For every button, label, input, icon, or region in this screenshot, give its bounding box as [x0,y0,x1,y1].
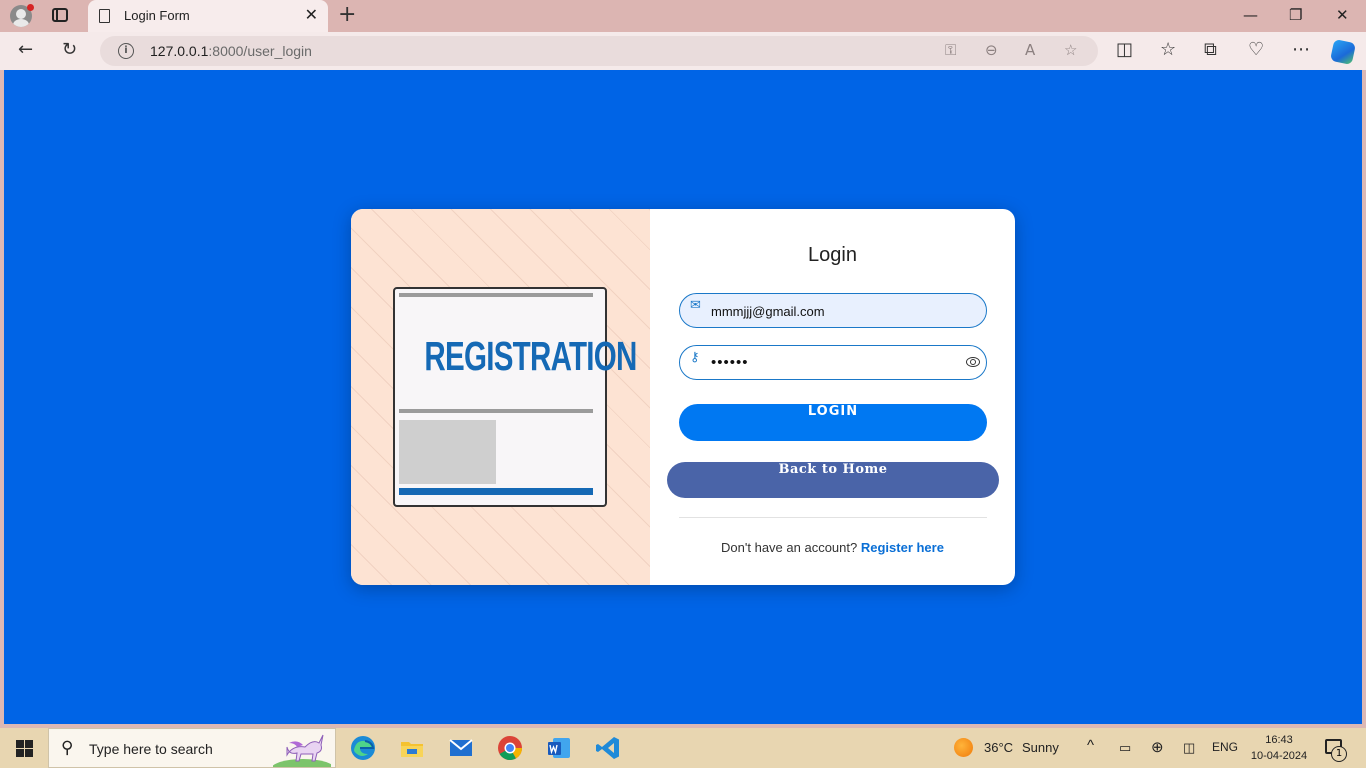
split-screen-icon[interactable]: ◫ [1116,40,1133,60]
page-viewport: REGISTRATION Login ✉ mmmjjj@gmail.com ⚷ … [4,70,1362,724]
zoom-out-icon[interactable]: ⊖ [985,41,998,59]
restore-button[interactable]: ❐ [1289,6,1302,24]
document-image-placeholder [399,420,496,484]
register-link[interactable]: Register here [861,540,944,555]
more-menu-icon[interactable]: ⋯ [1292,40,1310,60]
password-key-icon[interactable]: ⚿ [945,41,956,59]
envelope-icon: ✉ [690,298,701,313]
register-prompt-line: Don't have an account? Register here [650,540,1015,555]
profile-notification-dot [27,4,34,11]
windows-start-icon[interactable] [16,740,33,757]
windows-taskbar: ⚲ Type here to search 36°C Sunny ^ ▭ ⊕ ◫… [0,728,1366,768]
edge-icon[interactable] [349,734,377,762]
tab-close-icon[interactable]: ✕ [305,7,318,23]
vscode-icon[interactable] [594,734,622,762]
page-icon [99,9,110,23]
search-icon: ⚲ [61,738,74,758]
weather-sun-icon[interactable] [954,738,973,757]
battery-icon[interactable]: ▭ [1119,740,1131,756]
network-globe-icon[interactable]: ⊕ [1151,738,1164,756]
tab-title: Login Form [124,8,190,23]
url-text[interactable]: 127.0.0.1:8000/user_login [150,43,312,59]
notification-count-badge: 1 [1331,746,1347,762]
password-value: •••••• [711,354,749,371]
key-icon: ⚷ [690,350,700,365]
back-to-home-button[interactable]: Back to Home [667,462,999,498]
new-tab-button[interactable]: + [338,4,356,26]
register-prompt: Don't have an account? [721,540,858,555]
mail-icon[interactable] [447,734,475,762]
clock-time: 16:43 [1265,734,1293,746]
site-info-icon[interactable]: i [118,43,134,59]
file-explorer-icon[interactable] [398,734,426,762]
document-middle-line [399,409,593,413]
illustration-title: REGISTRATION [424,333,637,379]
email-value: mmmjjj@gmail.com [711,304,825,319]
system-clock[interactable]: 16:43 10-04-2024 [1250,732,1308,764]
collections-icon[interactable]: ⧉ [1204,40,1217,60]
url-host: 127.0.0.1 [150,43,209,59]
read-aloud-icon[interactable]: A [1025,41,1035,59]
login-form-panel: Login ✉ mmmjjj@gmail.com ⚷ •••••• LOGIN … [650,209,1015,585]
login-button[interactable]: LOGIN [679,404,987,441]
url-path: :8000/user_login [208,43,312,59]
chrome-icon[interactable] [496,734,524,762]
volume-device-icon[interactable]: ◫ [1183,740,1195,756]
registration-document-illustration: REGISTRATION [393,287,637,507]
browser-essentials-icon[interactable]: ♡ [1248,40,1264,60]
favorite-star-icon[interactable]: ☆ [1064,41,1077,59]
show-password-eye-icon[interactable] [966,357,980,367]
temperature[interactable]: 36°C [984,740,1013,755]
form-title: Login [808,244,857,266]
browser-title-bar: Login Form ✕ + — ❐ ✕ [0,0,1366,32]
weather-condition[interactable]: Sunny [1022,740,1059,755]
refresh-icon[interactable]: ↻ [62,40,77,60]
password-field[interactable]: ⚷ •••••• [679,345,987,380]
word-icon[interactable] [545,734,573,762]
tab-actions-icon[interactable] [52,8,68,22]
favorites-icon[interactable]: ☆ [1160,40,1176,60]
document-footer-bar [399,488,593,495]
address-bar[interactable]: i 127.0.0.1:8000/user_login ⚿ ⊖ A ☆ [100,36,1098,66]
browser-tab-login-form[interactable]: Login Form ✕ [88,0,328,32]
clock-date: 10-04-2024 [1250,750,1308,762]
copilot-icon[interactable] [1329,38,1357,66]
form-divider [679,517,987,518]
registration-illustration-panel: REGISTRATION [351,209,650,585]
back-arrow-icon[interactable]: ← [18,40,33,60]
login-card: REGISTRATION Login ✉ mmmjjj@gmail.com ⚷ … [351,209,1015,585]
minimize-button[interactable]: — [1243,6,1258,24]
search-placeholder: Type here to search [89,741,213,757]
document-top-line [399,293,593,297]
close-window-button[interactable]: ✕ [1336,6,1349,24]
email-field[interactable]: ✉ mmmjjj@gmail.com [679,293,987,328]
unicorn-search-highlight-icon [273,734,331,767]
browser-toolbar: ← ↻ i 127.0.0.1:8000/user_login ⚿ ⊖ A ☆ … [0,32,1366,70]
show-hidden-icons-chevron-icon[interactable]: ^ [1087,737,1094,754]
language-indicator[interactable]: ENG [1212,740,1238,754]
taskbar-search-box[interactable]: ⚲ Type here to search [48,728,336,768]
